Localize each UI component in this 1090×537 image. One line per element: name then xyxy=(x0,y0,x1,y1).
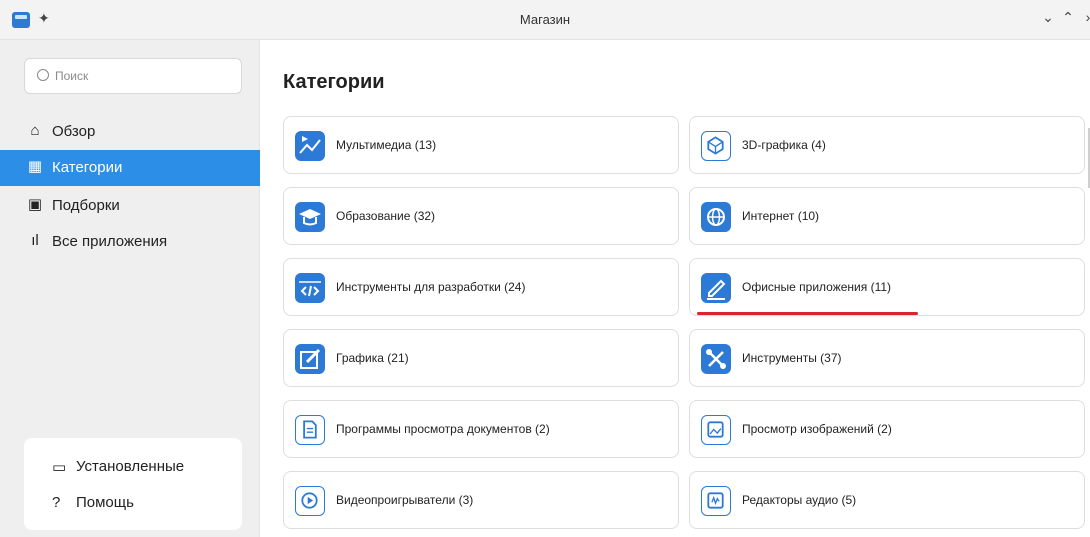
close-button[interactable]: › xyxy=(1078,9,1090,25)
audio-edit-icon xyxy=(701,486,731,516)
search-placeholder: Поиск xyxy=(55,69,89,83)
category-card-3d-graphics[interactable]: 3D-графика (4) xyxy=(689,116,1085,174)
sidebar-item-label: Установленные xyxy=(76,458,185,475)
category-label: Интернет (10) xyxy=(742,209,820,223)
grid-icon: ▦ xyxy=(27,158,43,175)
minimize-button[interactable]: ⌄ xyxy=(1038,9,1058,26)
window-title: Магазин xyxy=(519,12,571,27)
tools-icon xyxy=(701,344,731,374)
play-icon xyxy=(295,486,325,516)
category-label: Просмотр изображений (2) xyxy=(742,422,892,436)
sidebar-item-all-apps[interactable]: ıl Все приложения xyxy=(0,224,260,260)
category-card-image-viewers[interactable]: Просмотр изображений (2) xyxy=(689,400,1085,458)
category-card-audio-editors[interactable]: Редакторы аудио (5) xyxy=(689,471,1085,529)
category-label: Инструменты для разработки (24) xyxy=(336,280,526,294)
search-icon xyxy=(37,69,49,81)
category-card-internet[interactable]: Интернет (10) xyxy=(689,187,1085,245)
sidebar-item-label: Обзор xyxy=(52,123,96,140)
sidebar-item-label: Категории xyxy=(52,159,123,176)
category-label: Мультимедиа (13) xyxy=(336,138,437,152)
sidebar-item-installed[interactable]: ▭ Установленные xyxy=(24,452,242,482)
category-card-tools[interactable]: Инструменты (37) xyxy=(689,329,1085,387)
main-content: Категории Мультимедиа (13) 3D-графика (4… xyxy=(261,40,1090,537)
home-icon: ⌂ xyxy=(30,122,40,139)
maximize-button[interactable]: ⌃ xyxy=(1058,9,1078,26)
help-icon: ? xyxy=(52,494,61,511)
category-label: Офисные приложения (11) xyxy=(742,280,892,294)
sidebar-bottom-panel: ▭ Установленные ? Помощь xyxy=(24,438,242,530)
category-card-video-players[interactable]: Видеопроигрыватели (3) xyxy=(283,471,679,529)
category-label: Видеопроигрыватели (3) xyxy=(336,493,474,507)
category-card-education[interactable]: Образование (32) xyxy=(283,187,679,245)
category-card-multimedia[interactable]: Мультимедиа (13) xyxy=(283,116,679,174)
category-label: Образование (32) xyxy=(336,209,436,223)
sidebar-item-categories[interactable]: ▦ Категории xyxy=(0,150,260,186)
globe-icon xyxy=(701,202,731,232)
sidebar-item-overview[interactable]: ⌂ Обзор xyxy=(0,114,260,150)
category-card-graphics[interactable]: Графика (21) xyxy=(283,329,679,387)
sidebar-item-collections[interactable]: ▣ Подборки xyxy=(0,188,260,224)
title-bar: ✦ Магазин ⌄ ⌃ › xyxy=(0,0,1090,40)
sidebar-item-label: Подборки xyxy=(52,197,120,214)
code-icon xyxy=(295,273,325,303)
category-label: Программы просмотра документов (2) xyxy=(336,422,550,436)
category-card-dev-tools[interactable]: Инструменты для разработки (24) xyxy=(283,258,679,316)
collections-icon: ▣ xyxy=(27,196,43,213)
search-input[interactable]: Поиск xyxy=(24,58,242,94)
multimedia-icon xyxy=(295,131,325,161)
page-title: Категории xyxy=(283,71,385,93)
monitor-icon: ▭ xyxy=(52,459,67,476)
category-card-document-viewers[interactable]: Программы просмотра документов (2) xyxy=(283,400,679,458)
highlight-underline xyxy=(697,312,918,315)
pencil-icon xyxy=(701,273,731,303)
graphics-icon xyxy=(295,344,325,374)
category-label: Редакторы аудио (5) xyxy=(742,493,857,507)
bars-icon: ıl xyxy=(31,232,39,249)
sidebar-item-help[interactable]: ? Помощь xyxy=(24,488,242,518)
category-label: 3D-графика (4) xyxy=(742,138,826,152)
education-icon xyxy=(295,202,325,232)
category-label: Графика (21) xyxy=(336,351,409,365)
sidebar-item-label: Помощь xyxy=(76,494,134,511)
image-icon xyxy=(701,415,731,445)
category-label: Инструменты (37) xyxy=(742,351,842,365)
sidebar-item-label: Все приложения xyxy=(52,233,168,250)
category-card-office[interactable]: Офисные приложения (11) xyxy=(689,258,1085,316)
3d-graphics-icon xyxy=(701,131,731,161)
sidebar: Поиск ⌂ Обзор ▦ Категории ▣ Подборки ıl … xyxy=(0,40,260,537)
document-icon xyxy=(295,415,325,445)
